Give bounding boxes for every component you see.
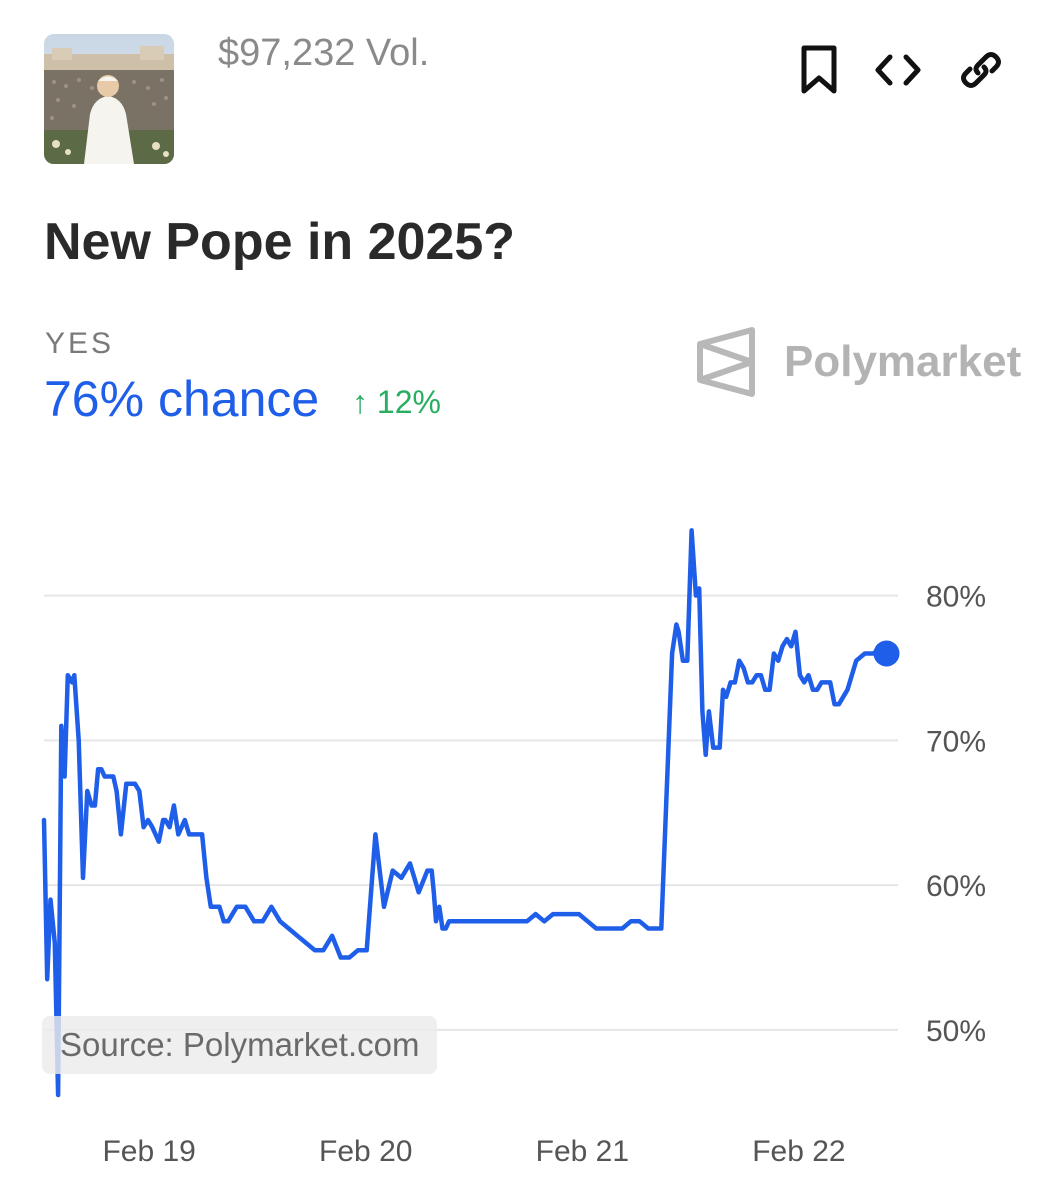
x-tick-label: Feb 22 bbox=[752, 1135, 845, 1168]
current-value-dot bbox=[873, 640, 900, 667]
source-badge: Source: Polymarket.com bbox=[42, 1016, 438, 1074]
y-tick-label: 70% bbox=[926, 725, 986, 758]
x-tick-label: Feb 21 bbox=[536, 1135, 629, 1168]
x-axis-ticks: Feb 19 Feb 20 Feb 21 Feb 22 bbox=[102, 1135, 845, 1168]
y-tick-label: 50% bbox=[926, 1015, 986, 1048]
chart-lines bbox=[41, 528, 900, 1098]
y-tick-label: 80% bbox=[926, 581, 986, 614]
y-tick-label: 60% bbox=[926, 870, 986, 903]
y-axis-ticks: 50% 60% 70% 80% bbox=[926, 581, 986, 1048]
x-tick-label: Feb 20 bbox=[319, 1135, 412, 1168]
yes-price-line bbox=[41, 528, 889, 1098]
x-tick-label: Feb 19 bbox=[102, 1135, 195, 1168]
